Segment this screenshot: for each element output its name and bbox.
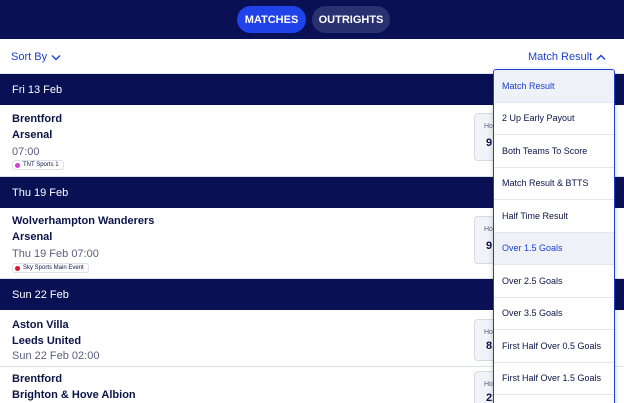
dropdown-item-match-result[interactable]: Match Result bbox=[494, 70, 614, 103]
dropdown-item-match-result-btts[interactable]: Match Result & BTTS bbox=[494, 167, 614, 200]
away-team[interactable]: Leeds United bbox=[12, 335, 81, 347]
odds-label: Ho bbox=[484, 226, 493, 233]
dropdown-item-over-1-5-goals[interactable]: Over 1.5 Goals bbox=[494, 232, 614, 265]
home-team[interactable]: Wolverhampton Wanderers bbox=[12, 215, 154, 227]
dropdown-item-both-teams-to-score[interactable]: Both Teams To Score bbox=[494, 135, 614, 168]
odds-label: Ho bbox=[484, 329, 493, 336]
away-team[interactable]: Arsenal bbox=[12, 129, 52, 141]
channel-name: TNT Sports 1 bbox=[23, 162, 59, 168]
tv-channel-badge: Sky Sports Main Event bbox=[12, 263, 89, 273]
date-label: Fri 13 Feb bbox=[12, 83, 63, 96]
dropdown-item-over-2-5-goals[interactable]: Over 2.5 Goals bbox=[494, 265, 614, 298]
market-select-button[interactable]: Match Result bbox=[528, 51, 606, 63]
dropdown-item-over-3-5-goals[interactable]: Over 3.5 Goals bbox=[494, 297, 614, 330]
tab-outrights[interactable]: OUTRIGHTS bbox=[312, 6, 390, 33]
away-team[interactable]: Arsenal bbox=[12, 231, 52, 243]
date-label: Sun 22 Feb bbox=[12, 288, 69, 301]
market-dropdown: Match Result 2 Up Early Payout Both Team… bbox=[493, 69, 615, 403]
kickoff-time: 07:00 bbox=[12, 146, 40, 158]
odds-value: 9 bbox=[486, 137, 493, 149]
dropdown-item-first-half-over-1-5-goals[interactable]: First Half Over 1.5 Goals bbox=[494, 362, 614, 395]
dropdown-item-half-time-result[interactable]: Half Time Result bbox=[494, 200, 614, 233]
channel-dot-icon bbox=[15, 162, 20, 168]
odds-label: Ho bbox=[484, 381, 493, 388]
tab-matches[interactable]: MATCHES bbox=[237, 6, 306, 33]
home-team[interactable]: Aston Villa bbox=[12, 319, 69, 331]
chevron-up-icon bbox=[596, 54, 606, 60]
tv-channel-badge: TNT Sports 1 bbox=[12, 160, 64, 170]
dropdown-item-2-up-early-payout[interactable]: 2 Up Early Payout bbox=[494, 102, 614, 135]
away-team[interactable]: Brighton & Hove Albion bbox=[12, 389, 136, 401]
sort-by-button[interactable]: Sort By bbox=[11, 51, 61, 63]
channel-name: Sky Sports Main Event bbox=[23, 265, 84, 271]
channel-dot-icon bbox=[15, 265, 20, 271]
chevron-down-icon bbox=[51, 54, 61, 60]
dropdown-item-first-half-over-0-5-goals[interactable]: First Half Over 0.5 Goals bbox=[494, 330, 614, 363]
market-select-label: Match Result bbox=[528, 51, 593, 63]
top-tab-bar: MATCHES OUTRIGHTS bbox=[0, 0, 624, 39]
home-team[interactable]: Brentford bbox=[12, 113, 62, 125]
kickoff-time: Sun 22 Feb 02:00 bbox=[12, 350, 100, 362]
odds-value: 9 bbox=[486, 240, 493, 252]
kickoff-time: Thu 19 Feb 07:00 bbox=[12, 248, 99, 260]
date-label: Thu 19 Feb bbox=[12, 186, 69, 199]
odds-label: Ho bbox=[484, 123, 493, 130]
sort-by-label: Sort By bbox=[11, 51, 48, 63]
home-team[interactable]: Brentford bbox=[12, 373, 62, 385]
